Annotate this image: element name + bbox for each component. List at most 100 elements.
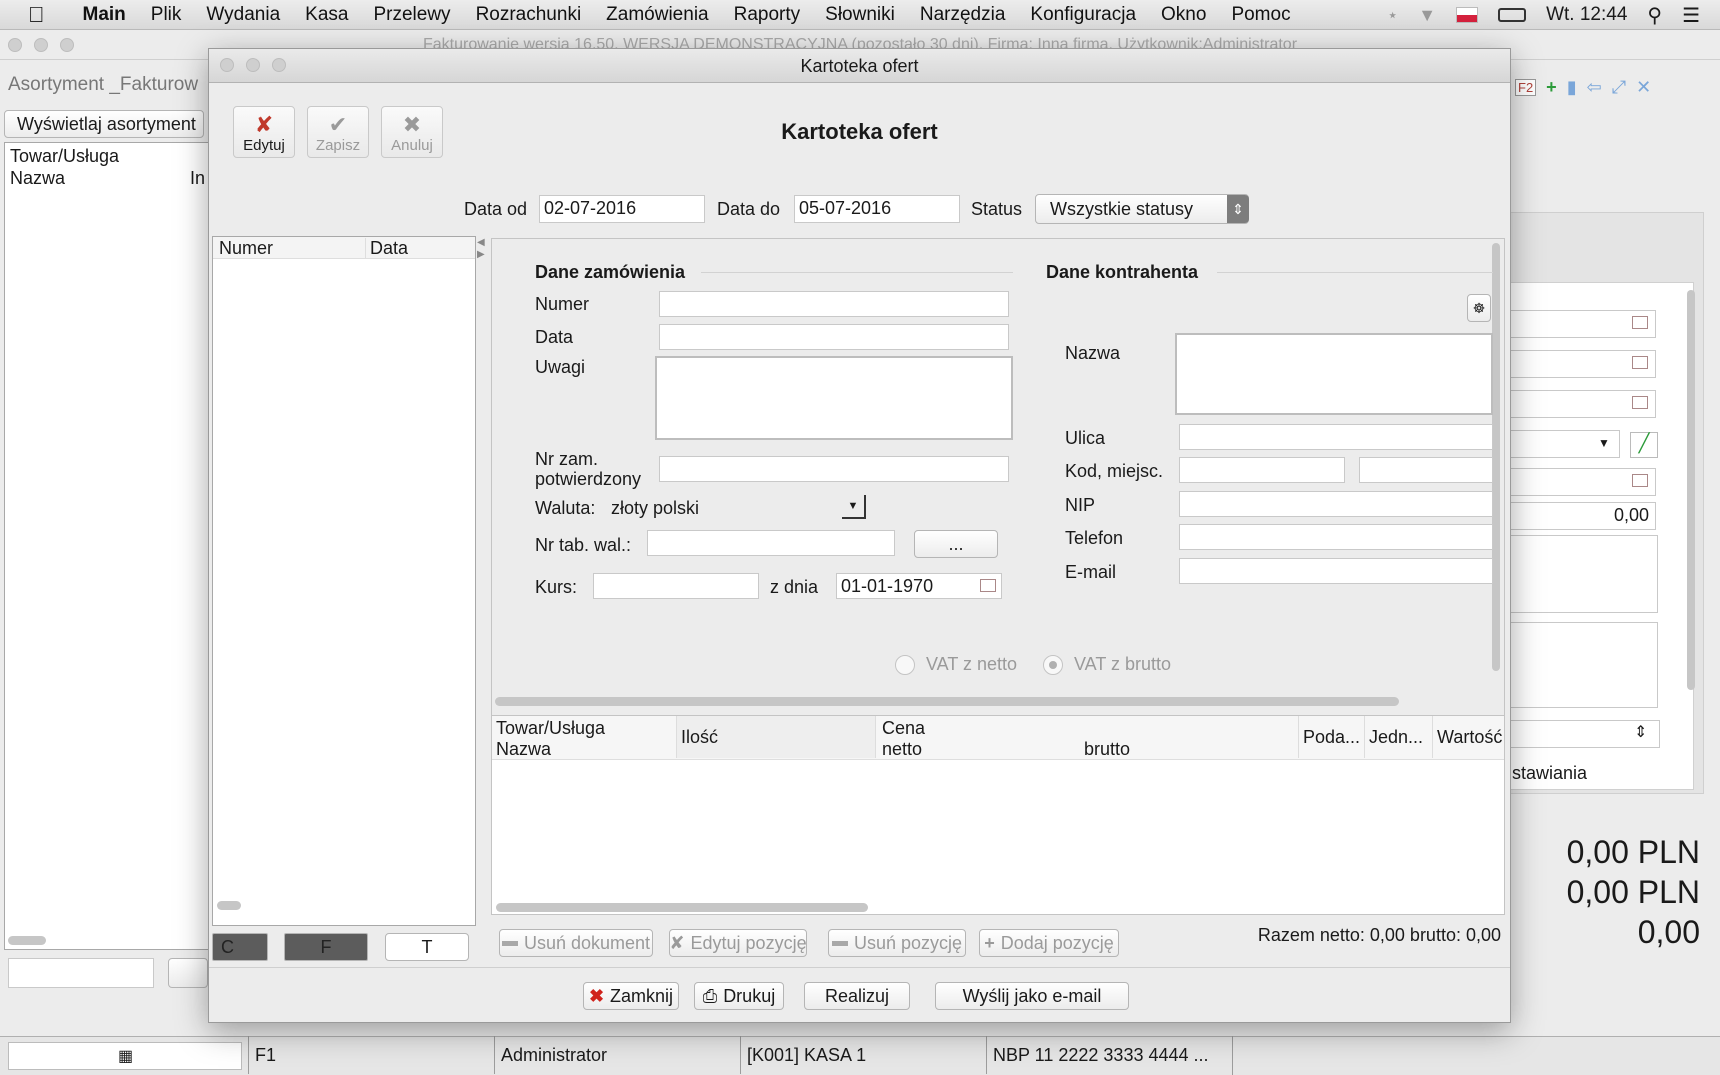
rate-input[interactable] [593, 573, 759, 599]
wifi-icon[interactable]: ▼ [1418, 5, 1436, 26]
spotlight-icon[interactable]: ⚲ [1647, 3, 1662, 28]
updown-arrow-icon[interactable]: ⇕ [1634, 722, 1647, 742]
document-icon[interactable]: ▮ [1567, 77, 1577, 98]
menu-kasa[interactable]: Kasa [305, 4, 348, 26]
bg-value-field[interactable]: 0,00 [1510, 502, 1656, 530]
execute-button[interactable]: Realizuj [804, 982, 910, 1010]
order-notes-textarea[interactable] [655, 356, 1013, 440]
menu-okno[interactable]: Okno [1161, 4, 1206, 26]
order-number-input[interactable] [659, 291, 1009, 317]
confirmed-number-input[interactable] [659, 456, 1009, 482]
updown-arrow-icon[interactable]: ⇕ [1227, 195, 1249, 223]
edit-item-button[interactable]: ✘ Edytuj pozycję [669, 929, 807, 957]
contractor-city-input[interactable] [1359, 457, 1493, 483]
calendar-icon[interactable] [1632, 474, 1648, 487]
print-button[interactable]: ⎙ Drukuj [694, 982, 784, 1010]
apple-icon[interactable]:  [28, 2, 45, 28]
notification-list-icon[interactable]: ☰ [1682, 3, 1700, 28]
bg-close-x-icon[interactable]: ✕ [1636, 77, 1651, 98]
bg-left-small-button[interactable] [168, 958, 208, 988]
arrow-left-icon[interactable]: ⇦ [1587, 77, 1602, 98]
menu-slowniki[interactable]: Słowniki [825, 4, 895, 26]
bluetooth-icon[interactable]: ⋆ [1387, 5, 1398, 26]
dialog-zoom-icon[interactable] [272, 58, 286, 72]
menu-app-main[interactable]: Main [83, 4, 126, 26]
contractor-postal-input[interactable] [1179, 457, 1345, 483]
bg-left-scrollbar[interactable] [8, 936, 46, 945]
calendar-icon[interactable] [1632, 356, 1648, 369]
calendar-icon[interactable] [980, 579, 996, 592]
menu-plik[interactable]: Plik [151, 4, 182, 26]
menu-wydania[interactable]: Wydania [206, 4, 280, 26]
date-from-input[interactable]: 02-07-2016 [539, 195, 705, 223]
tab-c[interactable]: C [212, 933, 268, 961]
menu-zamowienia[interactable]: Zamówienia [606, 4, 708, 26]
f2-icon[interactable]: F2 [1515, 78, 1537, 96]
flag-icon[interactable] [1456, 7, 1479, 23]
contractor-email-input[interactable] [1179, 558, 1493, 584]
menu-narzedzia[interactable]: Narzędzia [920, 4, 1006, 26]
expand-icon[interactable]: ⤢ [1612, 77, 1626, 98]
rate-table-browse-button[interactable]: ... [914, 530, 998, 558]
menubar-clock[interactable]: Wt. 12:44 [1546, 4, 1627, 26]
bg-notes-area-1[interactable] [1510, 535, 1658, 613]
menu-rozrachunki[interactable]: Rozrachunki [476, 4, 582, 26]
vat-net-radio[interactable]: VAT z netto [895, 654, 1017, 676]
bg-show-assortment-button[interactable]: Wyświetlaj asortyment [4, 110, 204, 138]
vat-gross-radio[interactable]: VAT z brutto [1043, 654, 1171, 676]
items-table-hscrollbar[interactable] [496, 903, 868, 912]
order-date-input[interactable] [659, 324, 1009, 350]
status-select[interactable]: Wszystkie statusy [1035, 194, 1249, 224]
col-tax[interactable]: Poda... [1298, 716, 1364, 758]
menu-raporty[interactable]: Raporty [734, 4, 801, 26]
offers-list[interactable]: Numer Data [212, 236, 476, 926]
bg-minimize-icon[interactable] [34, 38, 48, 52]
currency-convert-icon[interactable]: ╱ [1630, 432, 1658, 458]
details-vscrollbar[interactable] [1492, 243, 1500, 671]
bg-notes-area-2[interactable] [1510, 622, 1658, 708]
contractor-name-textarea[interactable] [1175, 333, 1493, 415]
details-hscrollbar[interactable] [495, 697, 1399, 706]
contractor-nip-input[interactable] [1179, 491, 1493, 517]
menu-pomoc[interactable]: Pomoc [1231, 4, 1290, 26]
delete-item-button[interactable]: Usuń pozycję [828, 929, 966, 957]
calendar-icon[interactable] [1632, 316, 1648, 329]
currency-dropdown-icon[interactable]: ▼ [842, 495, 866, 519]
col-price[interactable]: Cena [882, 718, 925, 739]
contractor-lookup-button[interactable]: ☸ [1467, 294, 1491, 322]
send-email-button[interactable]: Wyślij jako e-mail [935, 982, 1129, 1010]
bg-left-search-input[interactable] [8, 958, 154, 988]
menu-konfiguracja[interactable]: Konfiguracja [1030, 4, 1136, 26]
col-value[interactable]: Wartość [1432, 716, 1504, 758]
splitter-arrows[interactable]: ◀ ▶ [477, 237, 485, 261]
date-to-input[interactable]: 05-07-2016 [794, 195, 960, 223]
delete-document-button[interactable]: Usuń dokument [499, 929, 653, 957]
currency-value[interactable]: złoty polski [611, 498, 699, 519]
tab-f[interactable]: F [284, 933, 368, 961]
offers-list-scrollbar[interactable] [217, 901, 241, 910]
rate-date-input[interactable]: 01-01-1970 [836, 573, 1002, 599]
tab-t[interactable]: T [385, 933, 469, 961]
bg-right-scrollbar[interactable] [1687, 290, 1695, 690]
col-date[interactable]: Data [365, 238, 408, 259]
col-product[interactable]: Towar/Usługa [496, 718, 605, 739]
menu-przelewy[interactable]: Przelewy [373, 4, 450, 26]
col-quantity[interactable]: Ilość [676, 716, 876, 758]
vat-net-radio-circle[interactable] [895, 655, 915, 676]
contractor-street-input[interactable] [1179, 424, 1493, 450]
calculator-icon[interactable]: ▦ [118, 1046, 133, 1066]
close-button[interactable]: ✖ Zamknij [583, 982, 679, 1010]
items-table[interactable]: Towar/Usługa Nazwa Ilość Cena netto brut… [491, 715, 1505, 915]
battery-icon[interactable] [1498, 8, 1527, 22]
add-green-icon[interactable]: + [1546, 77, 1557, 98]
bg-close-icon[interactable] [8, 38, 22, 52]
col-number[interactable]: Numer [219, 238, 273, 259]
vat-gross-radio-circle[interactable] [1043, 655, 1063, 676]
col-price-net[interactable]: netto [882, 739, 922, 760]
dropdown-arrow-icon[interactable]: ▼ [1598, 436, 1610, 450]
contractor-phone-input[interactable] [1179, 524, 1493, 550]
col-product-name[interactable]: Nazwa [496, 739, 551, 760]
add-item-button[interactable]: + Dodaj pozycję [979, 929, 1119, 957]
calendar-icon[interactable] [1632, 396, 1648, 409]
dialog-minimize-icon[interactable] [246, 58, 260, 72]
